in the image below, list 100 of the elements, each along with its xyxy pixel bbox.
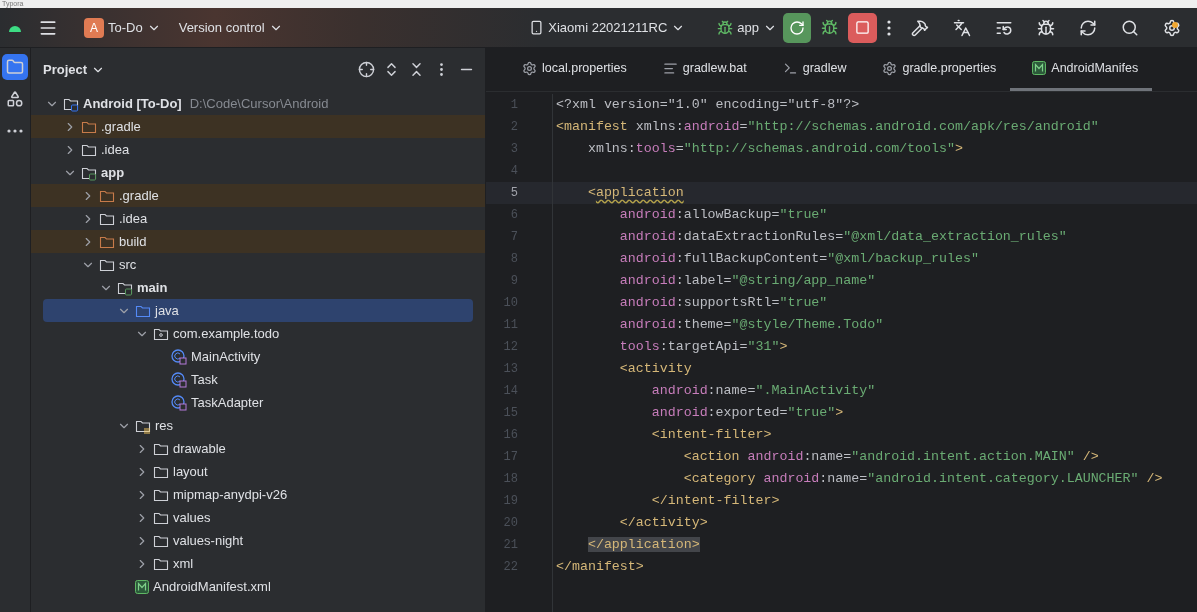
tree-item[interactable]: res [43, 414, 473, 437]
gear-icon [522, 60, 537, 76]
tree-item-label: Android [To-Do] [83, 96, 182, 111]
locate-icon[interactable] [358, 61, 375, 78]
tree-item[interactable]: TaskAdapter [43, 391, 473, 414]
code-line: android:fullBackupContent="@xml/backup_rules" [618, 250, 980, 268]
tree-item[interactable]: .gradle [31, 115, 485, 138]
editor-tab[interactable]: gradle.properties [860, 48, 1011, 91]
code-line: <category android:name="android.intent.category.LAUNCHER" /> [682, 470, 1164, 488]
more-icon [887, 19, 891, 36]
tree-item-label: main [137, 280, 168, 295]
code-line: android:exported="true"> [650, 404, 845, 422]
tree-item[interactable]: com.example.todo [43, 322, 473, 345]
code-line: android:name=".MainActivity" [650, 382, 877, 400]
class-icon [171, 348, 187, 365]
class-icon [171, 371, 187, 388]
panel-title[interactable]: Project [43, 62, 106, 77]
project-tool-button[interactable] [2, 54, 28, 80]
rerun-icon [789, 19, 805, 36]
tree-item[interactable]: layout [43, 460, 473, 483]
device-selector[interactable]: Xiaomi 22021211RC [523, 12, 692, 43]
gear-icon [882, 60, 898, 76]
project-selector[interactable]: A To-Do [78, 12, 167, 43]
tree-item[interactable]: java [43, 299, 473, 322]
code-line: </intent-filter> [650, 492, 781, 510]
tree-item[interactable]: app [43, 161, 473, 184]
code-line: <manifest xmlns:android="http://schemas.android.com/apk/res/android" [555, 118, 1100, 136]
tree-item[interactable]: values-night [43, 529, 473, 552]
tree-item[interactable]: xml [43, 552, 473, 575]
stop-icon [855, 20, 870, 35]
code-line: <action android:name="android.intent.action.MAIN" /> [682, 448, 1100, 466]
sync-icon [1079, 18, 1097, 37]
code-line: <intent-filter> [650, 426, 773, 444]
code-line: android:dataExtractionRules="@xml/data_extraction_rules" [618, 228, 1068, 246]
tree-item[interactable]: main [43, 276, 473, 299]
tree-item-label: app [101, 165, 125, 180]
tree-item[interactable]: AndroidManifest.xml [43, 575, 473, 598]
tree-item-label: src [119, 257, 137, 272]
text-file-icon [662, 60, 678, 76]
code-line: android:supportsRtl="true" [618, 294, 829, 312]
bug-icon [1037, 18, 1055, 37]
tree-item[interactable]: Android [To-Do] D:\Code\Cursor\Android [43, 92, 473, 115]
tree-item-label: java [155, 303, 179, 318]
code-line: </manifest> [555, 558, 645, 576]
vcs-dropdown[interactable]: Version control [172, 12, 289, 43]
tree-item[interactable]: mipmap-anydpi-v26 [43, 483, 473, 506]
editor-tab[interactable]: gradlew.bat [640, 48, 761, 91]
tree-item-label: values-night [173, 533, 244, 548]
tree-item-label: .gradle [101, 119, 141, 134]
tree-item-label: com.example.todo [173, 326, 280, 341]
translate-icon [953, 18, 971, 37]
tree-item-label: TaskAdapter [191, 395, 264, 410]
tree-item-label: MainActivity [191, 349, 261, 364]
rerun-button[interactable] [783, 12, 811, 43]
shapes-icon [6, 90, 24, 108]
tree-item[interactable]: MainActivity [43, 345, 473, 368]
line-number: 5 [486, 182, 552, 204]
settings-icon [1163, 18, 1181, 37]
tree-item-label: values [173, 510, 211, 525]
project-badge: A [84, 17, 104, 38]
tree-item-label: drawable [173, 441, 226, 456]
search-icon [1121, 18, 1139, 37]
manifest-icon [135, 579, 149, 594]
tree-item[interactable]: .idea [43, 207, 473, 230]
terminal-icon [782, 60, 798, 76]
tree-item-label: .idea [119, 211, 148, 226]
code-line: tools:targetApi="31"> [618, 338, 789, 356]
phone-icon [529, 20, 545, 35]
code-line: android:theme="@style/Theme.Todo" [618, 316, 885, 334]
tree-item[interactable]: drawable [43, 437, 473, 460]
tree-item[interactable]: src [43, 253, 473, 276]
tree-item[interactable]: .gradle [31, 184, 485, 207]
code-line: <activity [618, 360, 693, 378]
tree-item[interactable]: values [43, 506, 473, 529]
bug-icon [821, 19, 838, 36]
stop-button[interactable] [848, 12, 877, 43]
code-line: android:allowBackup="true" [618, 206, 829, 224]
code-line: </activity> [618, 514, 709, 532]
project-path: D:\Code\Cursor\Android [189, 96, 329, 111]
project-name: To-Do [108, 20, 143, 35]
code-line: android:label="@string/app_name" [618, 272, 877, 290]
tree-item[interactable]: build [31, 230, 485, 253]
tree-item-label: .gradle [119, 188, 159, 203]
tree-item-label: xml [173, 556, 194, 571]
tree-item-label: Task [191, 372, 218, 387]
class-icon [171, 394, 187, 411]
editor-tab[interactable]: local.properties [486, 48, 641, 91]
tree-item-label: res [155, 418, 174, 433]
manifest-icon [1032, 61, 1047, 75]
tree-item-label: .idea [101, 142, 130, 157]
tree-item-label: layout [173, 464, 208, 479]
tree-item-label: mipmap-anydpi-v26 [173, 487, 288, 502]
tree-item[interactable]: Task [43, 368, 473, 391]
editor-tab[interactable]: AndroidManifes [1010, 48, 1153, 91]
more-icon [7, 129, 23, 133]
run-config-dropdown[interactable]: app [711, 12, 783, 43]
hammer-icon [911, 18, 929, 37]
editor-tab[interactable]: gradlew [760, 48, 861, 91]
code-line: xmlns:tools="http://schemas.android.com/tools"> [586, 140, 964, 158]
tree-item[interactable]: .idea [43, 138, 473, 161]
